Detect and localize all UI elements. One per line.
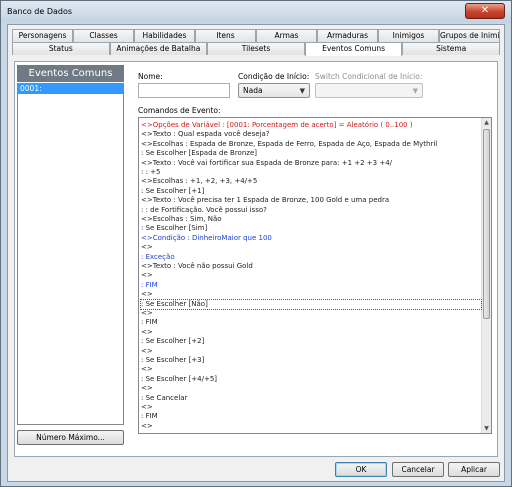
apply-button[interactable]: Aplicar <box>448 462 500 477</box>
event-command-line[interactable]: <> <box>141 347 153 356</box>
tab-grupos-de-inimigos[interactable]: Grupos de Inimigos <box>439 29 500 42</box>
event-command-line[interactable]: <>Escolhas : Sim, Não <box>141 215 222 224</box>
event-command-line[interactable]: <> <box>141 309 153 318</box>
close-button[interactable]: ✕ <box>465 3 505 19</box>
event-command-line[interactable]: <>Escolhas : +1, +2, +3, +4/+5 <box>141 177 257 186</box>
event-command-line[interactable]: <>Texto : Você precisa ter 1 Espada de B… <box>141 196 389 205</box>
event-commands-list[interactable]: ▲ ▼ <>Opções de Variável : [0001: Porcen… <box>138 117 492 434</box>
event-command-line[interactable]: : Exceção <box>141 253 175 262</box>
event-command-line[interactable]: <> <box>141 290 153 299</box>
event-command-line[interactable]: : Se Escolher [Espada de Bronze] <box>141 149 257 158</box>
event-command-line[interactable]: : Se Cancelar <box>141 394 187 403</box>
tab-status[interactable]: Status <box>12 42 110 55</box>
name-label: Nome: <box>138 72 163 81</box>
switch-label: Switch Condicional de Início: <box>315 72 423 81</box>
event-command-line[interactable]: <> <box>141 243 153 252</box>
title-bar: Banco de Dados ✕ <box>1 1 511 23</box>
tab-classes[interactable]: Classes <box>73 29 134 42</box>
ok-button[interactable]: OK <box>335 462 387 477</box>
event-command-line[interactable]: <> <box>141 403 153 412</box>
event-command-line[interactable]: <> <box>141 328 153 337</box>
close-icon: ✕ <box>480 5 490 16</box>
event-command-line[interactable]: <>Opções de Variável : [0001: Porcentage… <box>141 121 413 130</box>
event-command-line[interactable]: : Se Escolher [+4/+5] <box>141 375 217 384</box>
event-command-line[interactable]: : : +5 <box>141 168 161 177</box>
tab-inimigos[interactable]: Inimigos <box>378 29 439 42</box>
event-command-line[interactable]: : Se Escolher [+1] <box>141 187 204 196</box>
common-events-list[interactable]: 0001: <box>17 83 124 425</box>
database-window: Banco de Dados ✕ Personagens Classes Habil… <box>0 0 512 487</box>
event-command-line[interactable]: : Se Escolher [Não] <box>140 298 482 310</box>
list-item[interactable]: 0001: <box>18 84 123 94</box>
scroll-up-icon[interactable]: ▲ <box>482 118 491 127</box>
list-header: Eventos Comuns <box>17 65 124 82</box>
tab-tilesets[interactable]: Tilesets <box>207 42 305 55</box>
cancel-button[interactable]: Cancelar <box>392 462 444 477</box>
event-command-line[interactable]: <> <box>141 365 153 374</box>
tab-sistema[interactable]: Sistema <box>402 42 500 55</box>
tab-eventos-comuns[interactable]: Eventos Comuns <box>304 42 403 56</box>
name-input[interactable] <box>138 83 230 98</box>
event-command-line[interactable]: <> <box>141 422 153 431</box>
condition-label: Condição de Início: <box>238 72 310 81</box>
tab-armas[interactable]: Armas <box>256 29 317 42</box>
tab-row-top: Personagens Classes Habilidades Itens Armas A… <box>12 29 500 42</box>
scrollbar-thumb[interactable] <box>483 129 490 319</box>
event-command-line[interactable]: : : de Fortificação. Você possui isso? <box>141 206 267 215</box>
tab-personagens[interactable]: Personagens <box>12 29 73 42</box>
event-command-line[interactable]: <>Escolhas : Espada de Bronze, Espada de… <box>141 140 437 149</box>
window-title: Banco de Dados <box>7 7 73 16</box>
event-command-line[interactable]: <>Texto : Você não possui Gold <box>141 262 253 271</box>
event-command-line[interactable]: : Se Escolher [+2] <box>141 337 204 346</box>
tab-itens[interactable]: Itens <box>195 29 256 42</box>
event-command-line[interactable]: <>Texto : Você vai fortificar sua Espada… <box>141 159 392 168</box>
tab-armaduras[interactable]: Armaduras <box>317 29 378 42</box>
event-command-line[interactable]: <> <box>141 271 153 280</box>
tab-habilidades[interactable]: Habilidades <box>134 29 195 42</box>
event-command-line[interactable]: : Se Escolher [+3] <box>141 356 204 365</box>
event-command-line[interactable]: <> <box>141 384 153 393</box>
switch-select: ▼ <box>315 83 423 98</box>
chevron-down-icon: ▼ <box>299 87 305 95</box>
max-number-button[interactable]: Número Máximo... <box>17 430 124 445</box>
main-frame: Personagens Classes Habilidades Itens Armas A… <box>7 24 505 482</box>
event-command-line[interactable]: : Se Escolher [Sim] <box>141 224 207 233</box>
scroll-down-icon[interactable]: ▼ <box>482 424 491 433</box>
tab-animacoes-de-batalha[interactable]: Animações de Batalha <box>109 42 208 55</box>
condition-value: Nada <box>243 86 263 95</box>
chevron-down-icon: ▼ <box>412 87 418 95</box>
event-command-line[interactable]: : FIM <box>141 412 158 421</box>
commands-label: Comandos de Evento: <box>138 106 221 115</box>
event-command-line[interactable]: <>Condição : DinheiroMaior que 100 <box>141 234 272 243</box>
event-command-line[interactable]: : FIM <box>141 281 158 290</box>
event-list-scrollbar[interactable]: ▲ ▼ <box>481 118 491 433</box>
condition-select[interactable]: Nada ▼ <box>238 83 310 98</box>
event-command-line[interactable]: : FIM <box>141 318 158 327</box>
tab-row-bottom: Status Animações de Batalha Tilesets Evento… <box>12 42 500 56</box>
event-command-line[interactable]: <>Texto : Qual espada você deseja? <box>141 130 270 139</box>
